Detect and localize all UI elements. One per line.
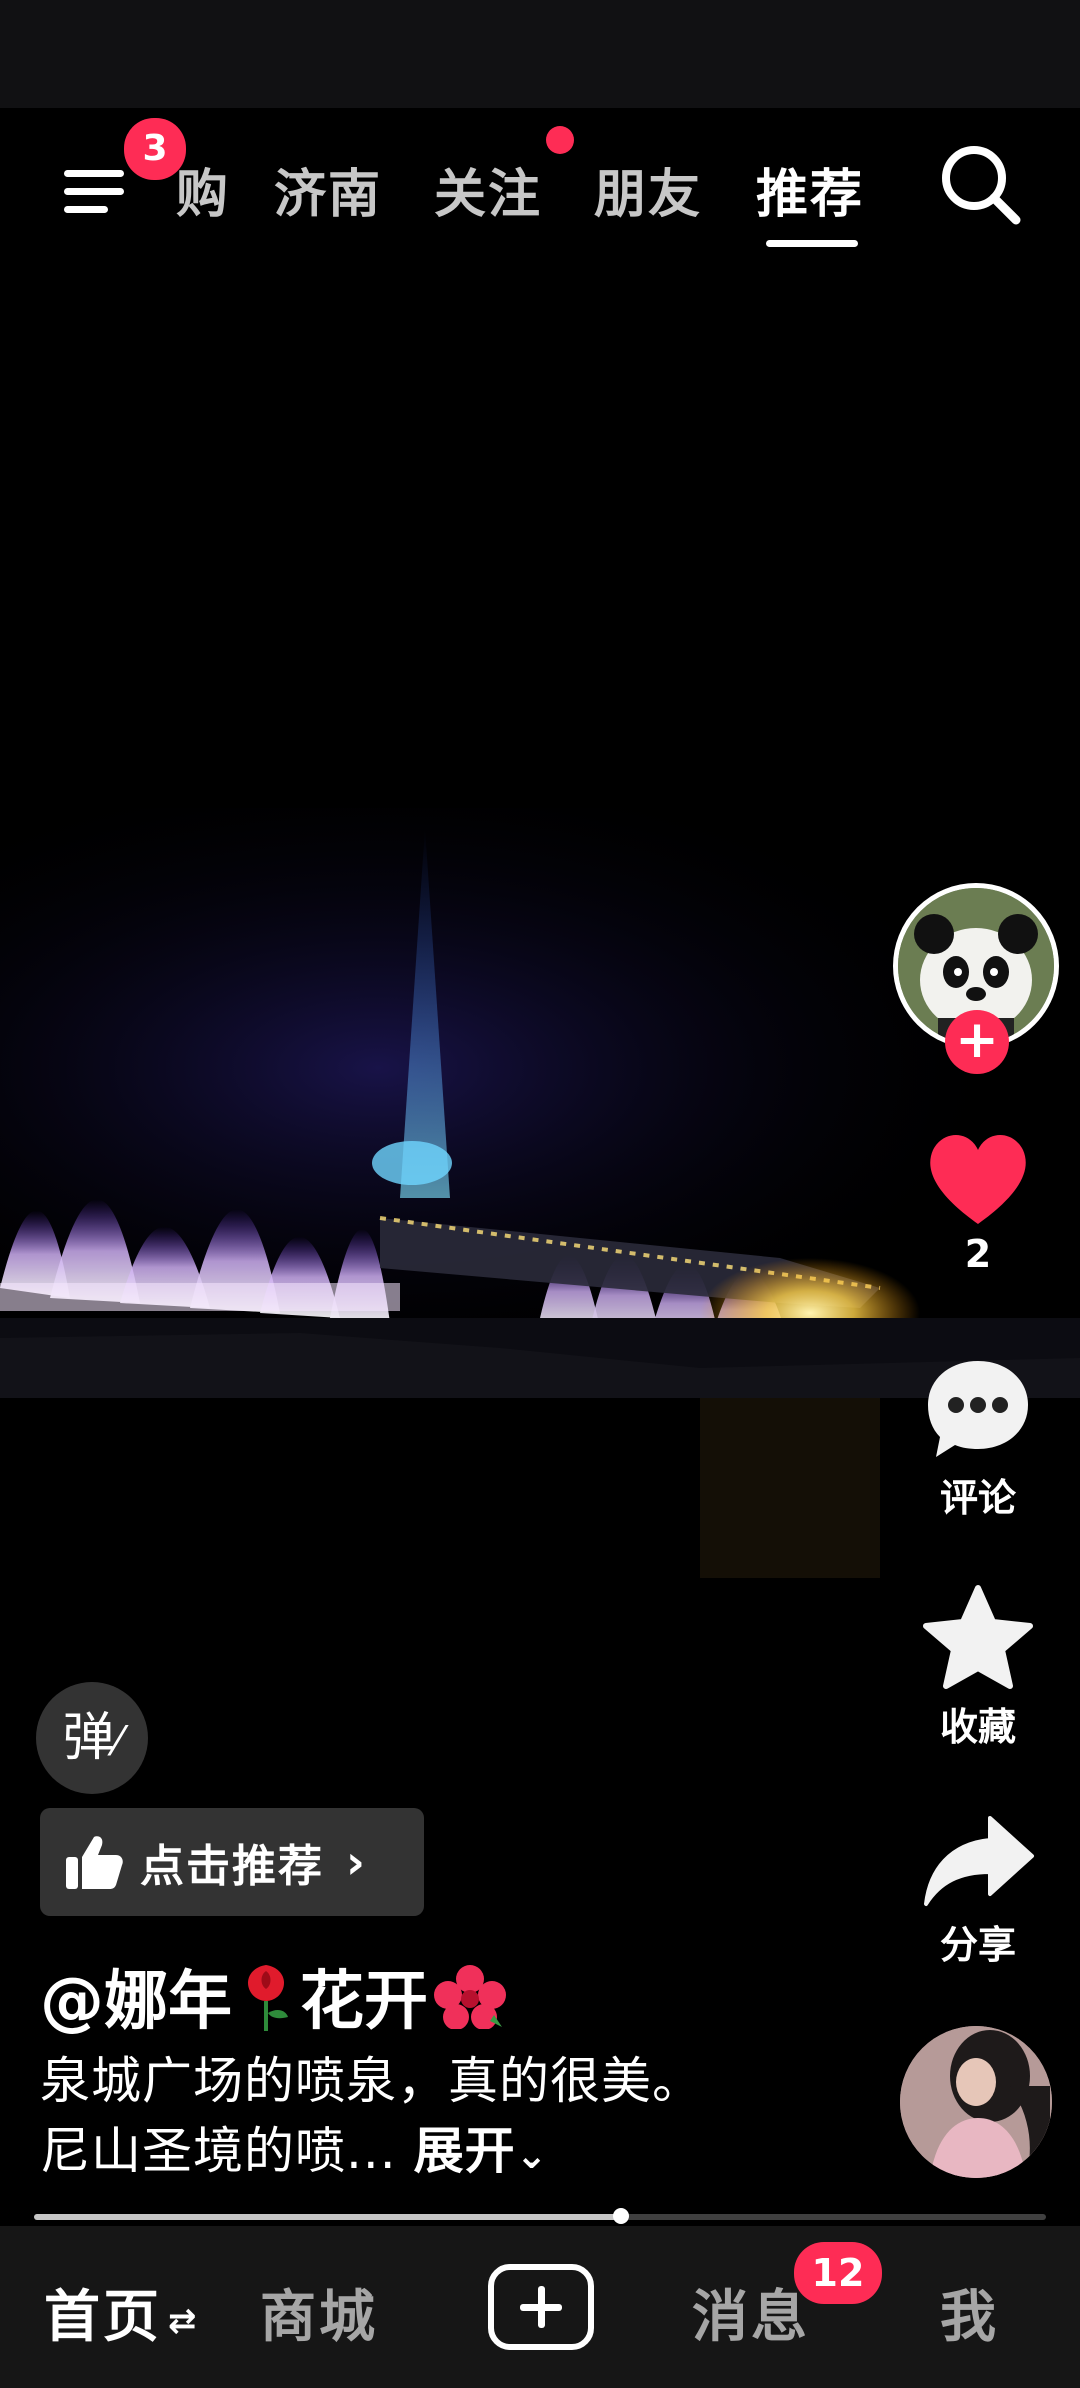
nav-home-label: 首页 (44, 2285, 162, 2350)
creator-avatar[interactable]: + (893, 883, 1059, 1074)
tab-local-jinan[interactable]: 济南 (274, 152, 382, 227)
plus-icon[interactable]: + (945, 1010, 1009, 1074)
like-button[interactable]: 2 (898, 1128, 1058, 1276)
menu-badge: 3 (124, 118, 186, 180)
video-progress-bar[interactable] (34, 2208, 1046, 2224)
following-notification-dot (546, 126, 574, 154)
danmaku-label: 弹 (62, 1708, 115, 1768)
share-label: 分享 (939, 1923, 1016, 1967)
hibiscus-icon (434, 1965, 506, 2045)
author-name-suffix: 花开 (300, 1965, 428, 2039)
rose-icon (238, 1961, 294, 2049)
caption-text: 泉城广场的喷泉，真的很美。尼山圣境的喷... (40, 2052, 703, 2180)
nav-mall[interactable]: 商城 (260, 2272, 378, 2353)
favorite-button[interactable]: 收藏 (898, 1584, 1058, 1751)
bottom-nav: 首页 ⇄ 商城 消息 12 我 (0, 2226, 1080, 2388)
tab-following[interactable]: 关注 (434, 152, 542, 227)
status-bar (0, 0, 1080, 108)
music-disc[interactable] (900, 2026, 1052, 2178)
music-cover-image (900, 2026, 1052, 2178)
thumbs-up-icon (66, 1836, 123, 1889)
search-icon[interactable] (936, 140, 1026, 230)
nav-me[interactable]: 我 (940, 2272, 999, 2353)
recommend-label: 点击推荐 (140, 1841, 324, 1892)
create-post-button[interactable] (488, 2264, 594, 2350)
author-name[interactable]: @娜年 花开 (40, 1950, 512, 2049)
app-screen: 购 济南 关注 朋友 推荐 3 + 2 评论 收藏 分享 弹⁄ 点击推荐 › @… (0, 0, 1080, 2388)
video-caption[interactable]: 泉城广场的喷泉，真的很美。尼山圣境的喷... 展开⌄ (40, 2046, 720, 2190)
nav-messages[interactable]: 消息 (692, 2272, 810, 2353)
expand-link[interactable]: 展开 (414, 2122, 516, 2180)
comment-icon (928, 1361, 1028, 1457)
chevron-down-icon: ⌄ (515, 2133, 549, 2177)
favorite-label: 收藏 (939, 1705, 1016, 1749)
chevron-right-icon: › (346, 1835, 365, 1889)
messages-badge: 12 (794, 2242, 882, 2304)
tab-friends[interactable]: 朋友 (594, 152, 702, 227)
recommend-button[interactable]: 点击推荐 › (40, 1808, 424, 1916)
share-button[interactable]: 分享 (898, 1812, 1058, 1969)
progress-handle[interactable] (612, 2208, 629, 2224)
comment-label: 评论 (939, 1476, 1016, 1520)
comment-button[interactable]: 评论 (898, 1355, 1058, 1522)
share-arrow-icon (924, 1816, 1034, 1906)
swap-arrows-icon: ⇄ (168, 2300, 200, 2341)
star-icon (923, 1585, 1033, 1689)
danmaku-toggle-button[interactable]: 弹⁄ (36, 1682, 148, 1794)
nav-home[interactable]: 首页 ⇄ (44, 2272, 200, 2353)
progress-fill (34, 2214, 621, 2220)
author-name-prefix: @娜年 (40, 1965, 232, 2039)
active-tab-indicator (766, 240, 858, 247)
tab-recommend[interactable]: 推荐 (756, 152, 864, 227)
tab-shopping[interactable]: 购 (176, 152, 230, 227)
heart-icon (930, 1135, 1026, 1224)
like-count: 2 (964, 1232, 992, 1276)
